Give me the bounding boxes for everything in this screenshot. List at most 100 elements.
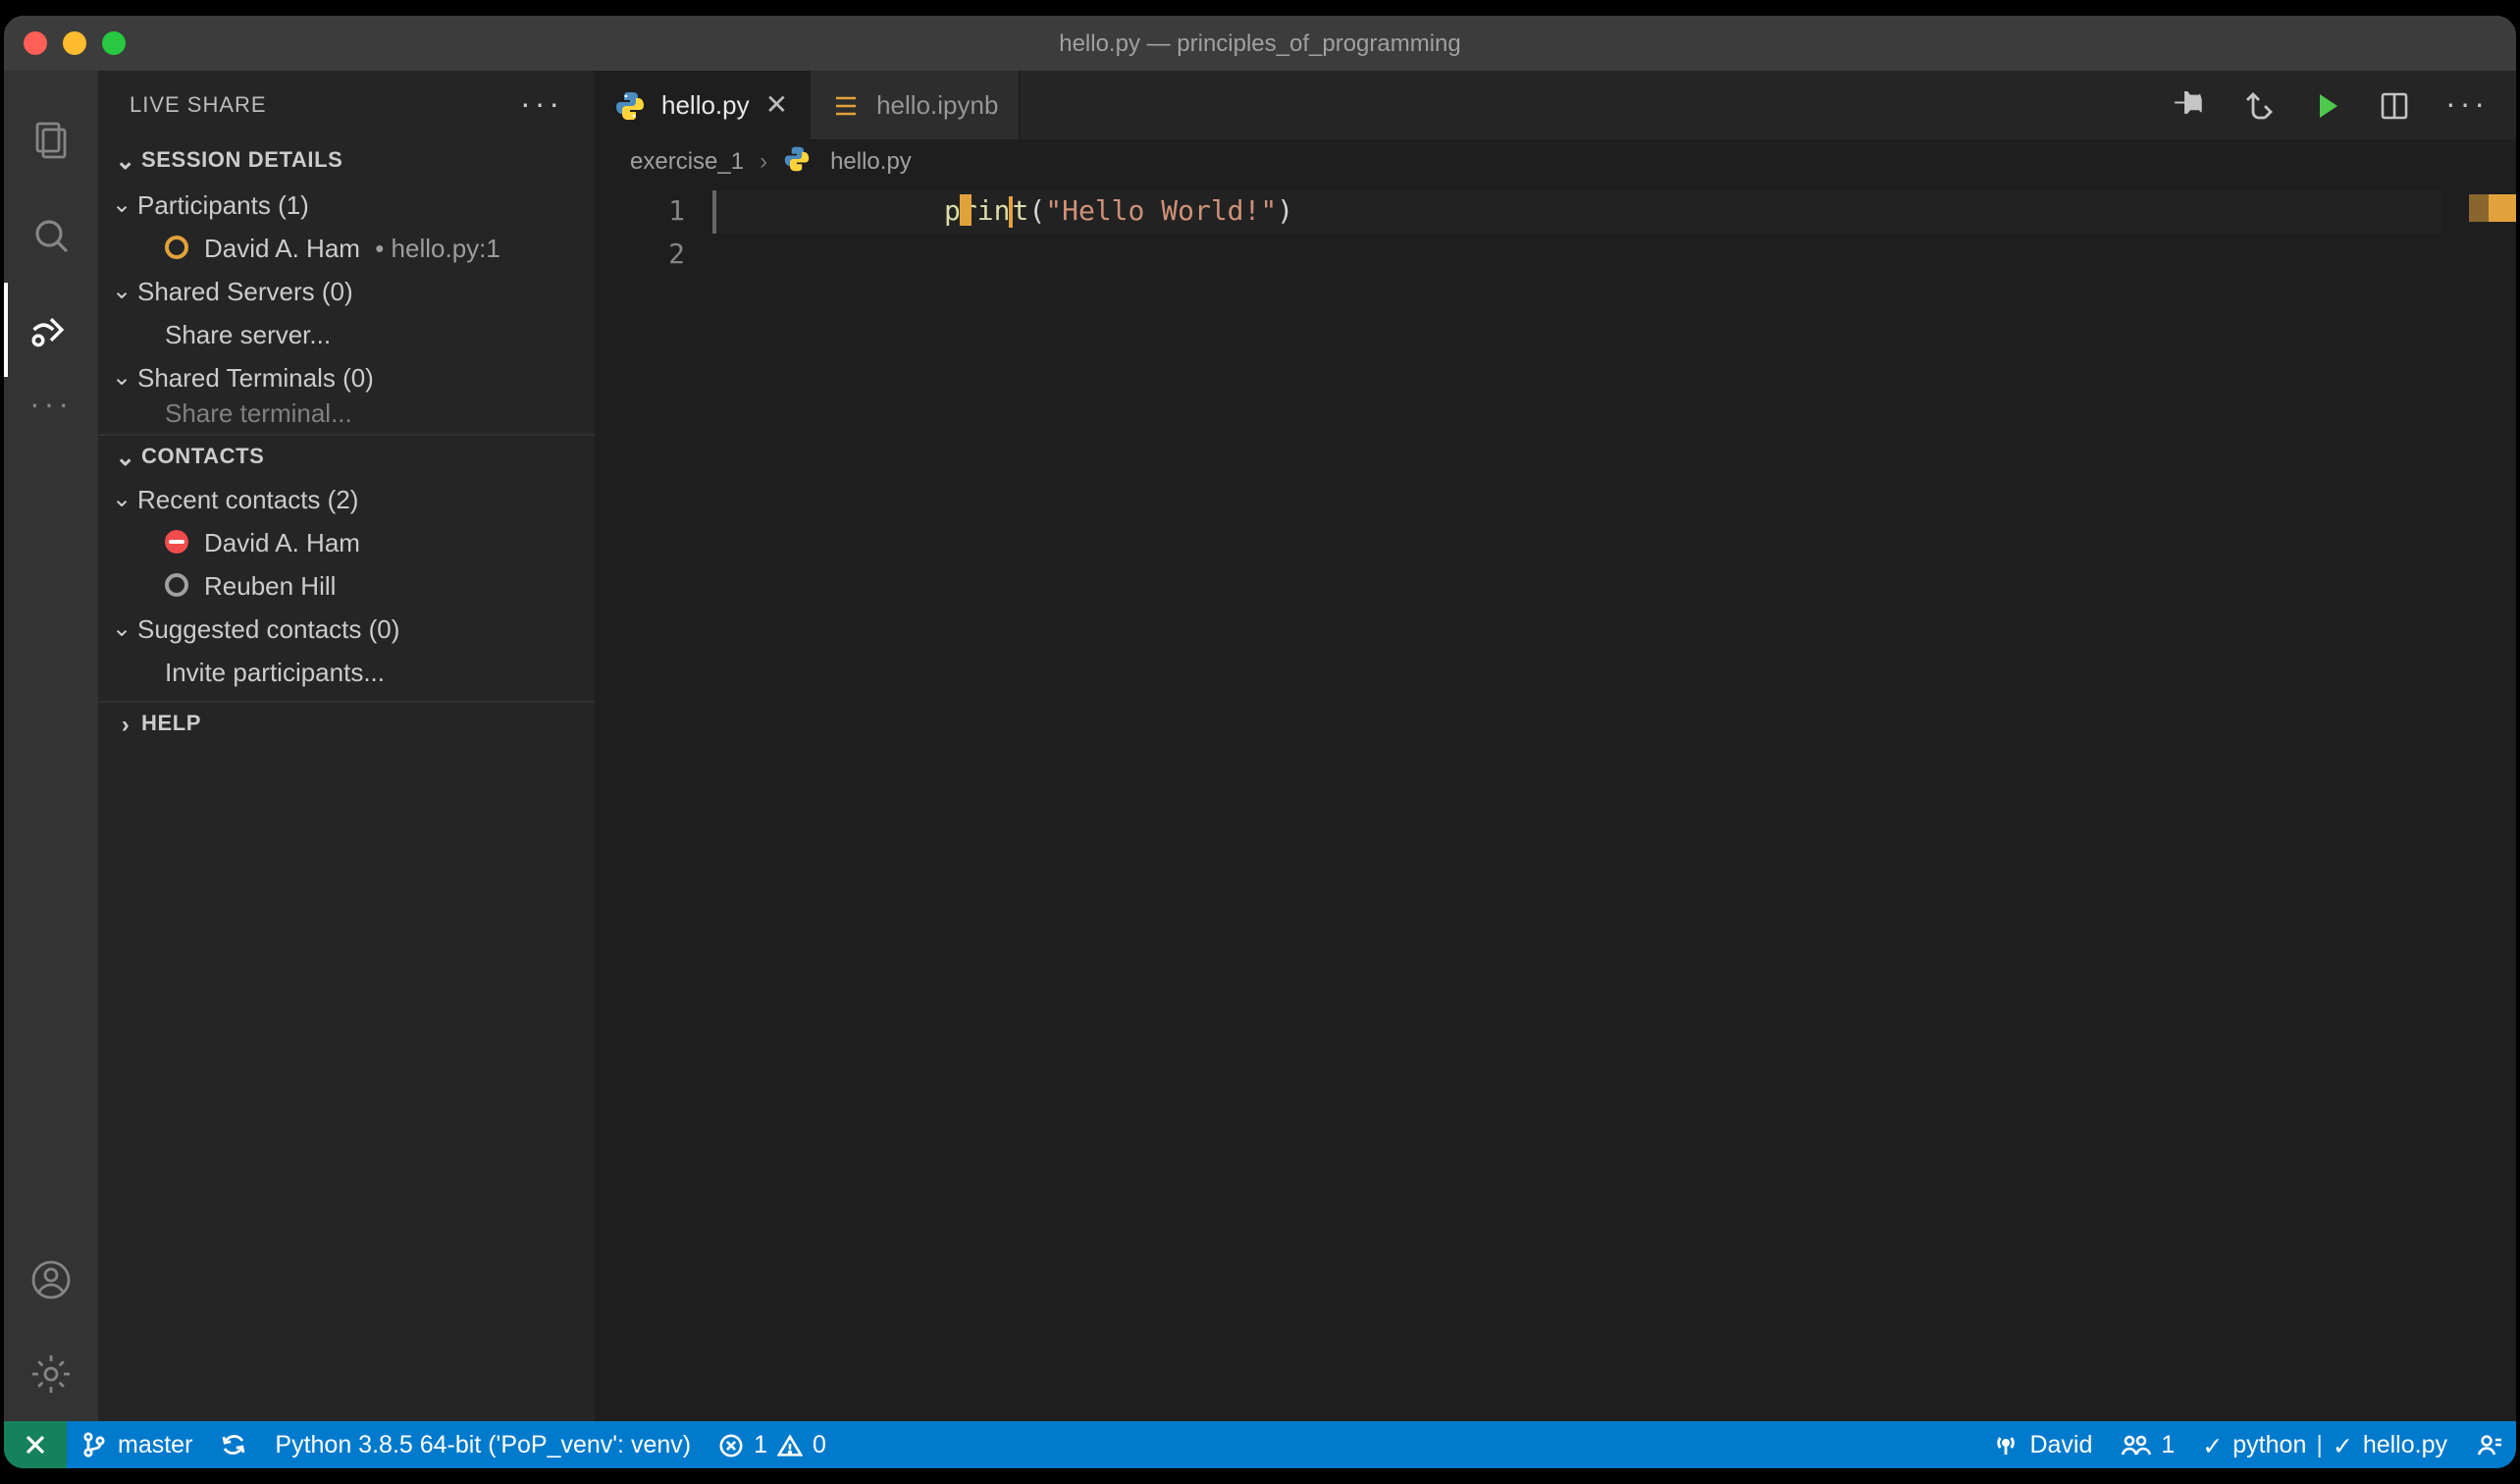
invite-participants-action[interactable]: Invite participants... — [98, 650, 595, 693]
contact-item[interactable]: Reuben Hill — [98, 563, 595, 607]
participant-name: David A. Ham — [204, 233, 360, 262]
sidebar-title: LIVE SHARE — [130, 93, 267, 117]
chevron-down-icon: ⌄ — [106, 190, 137, 218]
people-icon — [2120, 1431, 2151, 1458]
section-label: SESSION DETAILS — [141, 149, 342, 173]
tab-label: hello.ipynb — [876, 90, 998, 120]
participant-item[interactable]: David A. Ham • hello.py:1 — [98, 226, 595, 269]
shared-terminals-label: Shared Terminals (0) — [137, 362, 374, 392]
code-line: print("Hello World!") — [712, 190, 2469, 234]
contact-name: David A. Ham — [204, 527, 360, 556]
section-help[interactable]: › HELP — [98, 701, 595, 744]
tab-label: hello.py — [661, 90, 750, 120]
code-editor[interactable]: 1 2 print("Hello World!") — [595, 183, 2516, 1421]
code-line — [712, 234, 2469, 277]
liveshare-status[interactable]: David — [1978, 1421, 2106, 1468]
titlebar: hello.py — principles_of_programming — [4, 16, 2516, 71]
chevron-down-icon: ⌄ — [106, 485, 137, 512]
suggested-contacts-group[interactable]: ⌄ Suggested contacts (0) — [98, 607, 595, 650]
warning-icon — [777, 1432, 803, 1458]
editor-area: hello.py ✕ hello.ipynb — [595, 71, 2516, 1421]
participants-group[interactable]: ⌄ Participants (1) — [98, 183, 595, 226]
tab-hello-py[interactable]: hello.py ✕ — [595, 71, 810, 139]
activity-bar: ··· — [4, 71, 98, 1421]
participants-label: Participants (1) — [137, 189, 309, 219]
section-label: CONTACTS — [141, 445, 264, 468]
interpreter-label: Python 3.8.5 64-bit ('PoP_venv': venv) — [275, 1431, 691, 1458]
sidebar: LIVE SHARE ··· ⌄ SESSION DETAILS ⌄ Parti… — [98, 71, 595, 1421]
shared-terminals-group[interactable]: ⌄ Shared Terminals (0) — [98, 355, 595, 398]
recent-contacts-group[interactable]: ⌄ Recent contacts (2) — [98, 477, 595, 520]
sidebar-more-icon[interactable]: ··· — [520, 87, 563, 123]
pin-icon[interactable] — [2175, 89, 2206, 121]
check-icon: ✓ — [2333, 1430, 2353, 1459]
sidebar-title-row: LIVE SHARE ··· — [98, 71, 595, 139]
close-window-button[interactable] — [24, 31, 47, 55]
python-interpreter[interactable]: Python 3.8.5 64-bit ('PoP_venv': venv) — [261, 1421, 705, 1468]
line-number: 1 — [595, 190, 685, 234]
explorer-activity[interactable] — [4, 94, 98, 188]
liveshare-participants[interactable]: 1 — [2106, 1421, 2188, 1468]
minimap[interactable] — [2469, 183, 2489, 1421]
notebook-icon — [829, 89, 861, 121]
share-server-action[interactable]: Share server... — [98, 312, 595, 355]
chevron-right-icon: › — [110, 710, 141, 737]
share-terminal-action[interactable]: Share terminal... — [98, 398, 595, 426]
overview-ruler[interactable] — [2489, 183, 2516, 1421]
main-area: ··· LIVE SHARE ··· ⌄ SESSION DETAILS — [4, 71, 2516, 1421]
maximize-window-button[interactable] — [102, 31, 126, 55]
chevron-down-icon: ⌄ — [106, 614, 137, 642]
search-activity[interactable] — [4, 188, 98, 283]
run-icon[interactable] — [2312, 89, 2343, 121]
python-file-icon — [614, 89, 646, 121]
branch-icon — [80, 1431, 108, 1458]
branch-name: master — [118, 1431, 192, 1458]
chevron-down-icon: ⌄ — [106, 277, 137, 304]
minimize-window-button[interactable] — [63, 31, 86, 55]
accounts-activity[interactable] — [4, 1233, 98, 1327]
tab-hello-ipynb[interactable]: hello.ipynb — [810, 71, 1020, 139]
settings-activity[interactable] — [4, 1327, 98, 1421]
section-contacts[interactable]: ⌄ CONTACTS — [98, 434, 595, 477]
presence-offline-icon — [165, 573, 188, 597]
code-content[interactable]: print("Hello World!") — [712, 183, 2469, 1421]
more-activity[interactable]: ··· — [4, 377, 98, 436]
git-branch[interactable]: master — [67, 1421, 206, 1468]
participants-count: 1 — [2161, 1431, 2175, 1458]
shared-servers-group[interactable]: ⌄ Shared Servers (0) — [98, 269, 595, 312]
presence-dnd-icon — [165, 530, 188, 554]
editor-tabs: hello.py ✕ hello.ipynb — [595, 71, 2516, 139]
language-label: python — [2232, 1431, 2306, 1458]
section-label: HELP — [141, 712, 201, 735]
presence-active-icon — [165, 236, 188, 259]
language-mode[interactable]: ✓ python | ✓ hello.py — [2188, 1421, 2461, 1468]
close-tab-icon[interactable]: ✕ — [765, 88, 788, 122]
liveshare-user: David — [2029, 1431, 2092, 1458]
chevron-down-icon: ⌄ — [106, 363, 137, 391]
line-gutter: 1 2 — [595, 183, 712, 1421]
participant-location: • hello.py:1 — [368, 233, 500, 262]
warning-count: 0 — [813, 1431, 826, 1458]
participant-cursor-icon — [961, 194, 972, 226]
remote-icon — [22, 1431, 49, 1458]
remote-indicator[interactable] — [4, 1421, 67, 1468]
chevron-down-icon: ⌄ — [110, 443, 141, 470]
compare-changes-icon[interactable] — [2241, 87, 2277, 123]
problems-indicator[interactable]: 1 0 — [705, 1421, 840, 1468]
more-actions-icon[interactable]: ··· — [2445, 87, 2489, 123]
recent-contacts-label: Recent contacts (2) — [137, 484, 358, 513]
error-icon — [718, 1432, 744, 1458]
vscode-window: hello.py — principles_of_programming ··· — [4, 16, 2516, 1468]
file-label: hello.py — [2363, 1431, 2447, 1458]
feedback-button[interactable] — [2461, 1421, 2516, 1468]
check-icon: ✓ — [2202, 1430, 2223, 1459]
status-bar: master Python 3.8.5 64-bit ('PoP_venv': … — [4, 1421, 2516, 1468]
split-editor-icon[interactable] — [2379, 89, 2410, 121]
broadcast-icon — [1992, 1431, 2020, 1458]
sync-button[interactable] — [206, 1421, 261, 1468]
contact-item[interactable]: David A. Ham — [98, 520, 595, 563]
chevron-down-icon: ⌄ — [110, 147, 141, 175]
liveshare-activity[interactable] — [4, 283, 98, 377]
window-controls — [24, 31, 126, 55]
section-session-details[interactable]: ⌄ SESSION DETAILS — [98, 139, 595, 183]
